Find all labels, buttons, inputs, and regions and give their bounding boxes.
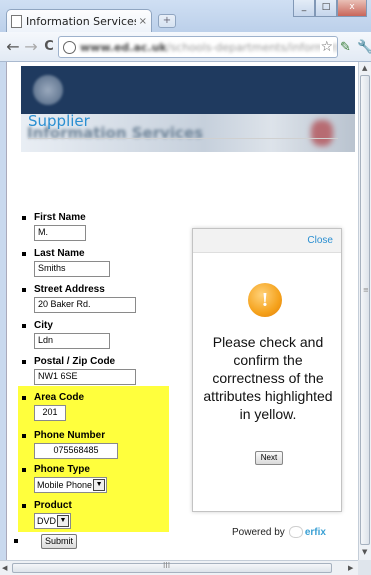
bullet — [22, 504, 26, 508]
product-field: Product DVD ▼ — [16, 500, 72, 529]
area-code-field: Area Code 201 — [16, 392, 84, 421]
banner-image — [311, 120, 333, 146]
bullet — [22, 396, 26, 400]
city-input[interactable]: Ldn — [34, 333, 110, 349]
browser-tab[interactable]: Information Services | I... × — [6, 9, 152, 32]
street-address-label: Street Address — [34, 284, 105, 295]
phone-type-field: Phone Type Mobile Phone ▼ — [16, 464, 108, 493]
page-title: Supplier — [28, 112, 90, 130]
url-path: /schools-departments/informati — [166, 40, 338, 54]
tab-close-icon[interactable]: × — [139, 16, 147, 27]
phone-type-select[interactable]: Mobile Phone ▼ — [34, 477, 108, 493]
first-name-label: First Name — [34, 212, 86, 223]
brand-name: erfix — [304, 526, 326, 538]
first-name-input[interactable]: M. — [34, 225, 86, 241]
horizontal-scroll-thumb[interactable]: III — [12, 561, 332, 573]
bullet — [22, 288, 26, 292]
bookmark-star-icon[interactable]: ☆ — [320, 39, 333, 55]
popup-message: Please check and confirm the correctness… — [203, 334, 333, 422]
powered-by-label: Powered by — [232, 526, 285, 538]
phone-number-field: Phone Number 075568485 — [16, 430, 118, 459]
grip-icon: ≡ — [363, 286, 369, 294]
powered-by: Powered by erfix — [232, 526, 326, 538]
first-name-field: First Name M. — [16, 212, 86, 241]
wrench-icon[interactable]: 🔧 — [357, 40, 371, 55]
product-value: DVD — [37, 516, 57, 526]
product-select[interactable]: DVD ▼ — [34, 513, 72, 529]
area-code-input[interactable]: 201 — [34, 405, 66, 421]
last-name-label: Last Name — [34, 248, 85, 259]
last-name-field: Last Name Smiths — [16, 248, 110, 277]
postal-code-label: Postal / Zip Code — [34, 356, 116, 367]
bullet — [22, 360, 26, 364]
dropdown-arrow-icon[interactable]: ▼ — [57, 515, 70, 527]
minimize-button[interactable]: _ — [293, 0, 315, 17]
city-label: City — [34, 320, 53, 331]
scroll-right-icon[interactable]: ▶ — [348, 564, 353, 572]
phone-type-value: Mobile Phone — [37, 480, 93, 490]
dropdown-arrow-icon[interactable]: ▼ — [93, 479, 106, 491]
page-icon — [11, 14, 22, 28]
close-window-button[interactable]: x — [337, 0, 367, 17]
back-button[interactable]: ← — [4, 37, 22, 57]
tab-title: Information Services | I... — [26, 14, 136, 28]
browser-toolbar: ← → C www.ed.ac.uk/schools-departments/i… — [0, 32, 371, 62]
popup-close-link[interactable]: Close — [307, 235, 333, 246]
university-crest-logo[interactable] — [33, 75, 63, 105]
page-info-icon[interactable] — [63, 40, 76, 54]
brand-logo[interactable]: erfix — [288, 526, 326, 538]
popup-header: Close — [193, 229, 341, 253]
url-text: www.ed.ac.uk/schools-departments/informa… — [80, 40, 338, 54]
postal-code-input[interactable]: NW1 6SE — [34, 369, 136, 385]
window-controls: _ □ x — [293, 0, 367, 17]
next-button[interactable]: Next — [255, 451, 283, 465]
logo-swirl-icon — [288, 526, 303, 538]
divider — [28, 138, 338, 139]
bullet — [22, 468, 26, 472]
forward-button[interactable]: → — [22, 37, 40, 57]
street-address-input[interactable]: 20 Baker Rd. — [34, 297, 136, 313]
scrollbar-corner — [358, 560, 371, 575]
warning-icon: ! — [248, 283, 282, 317]
vertical-scroll-thumb[interactable]: ≡ — [360, 75, 370, 545]
scroll-down-icon[interactable]: ▼ — [362, 548, 367, 556]
last-name-input[interactable]: Smiths — [34, 261, 110, 277]
horizontal-scrollbar[interactable]: ◀ III ▶ — [0, 560, 358, 575]
extension-icon[interactable]: ✎ — [340, 40, 351, 55]
bullet — [22, 324, 26, 328]
bullet — [14, 539, 18, 543]
validation-popup: Close ! Please check and confirm the cor… — [192, 228, 342, 512]
grip-icon: III — [163, 561, 171, 570]
new-tab-button[interactable]: + — [158, 14, 176, 28]
bullet — [22, 434, 26, 438]
phone-type-label: Phone Type — [34, 464, 90, 475]
url-host: www.ed.ac.uk — [80, 40, 167, 54]
site-header — [21, 66, 355, 114]
bullet — [22, 252, 26, 256]
city-field: City Ldn — [16, 320, 110, 349]
browser-titlebar: Information Services | I... × + _ □ x — [0, 0, 371, 32]
bullet — [22, 216, 26, 220]
reload-button[interactable]: C — [40, 37, 58, 57]
scroll-up-icon[interactable]: ▲ — [362, 64, 367, 72]
vertical-scrollbar[interactable]: ▲ ≡ ▼ — [358, 62, 371, 560]
maximize-button[interactable]: □ — [315, 0, 337, 17]
scroll-left-icon[interactable]: ◀ — [2, 564, 7, 572]
phone-number-input[interactable]: 075568485 — [34, 443, 118, 459]
submit-button[interactable]: Submit — [41, 534, 77, 549]
phone-number-label: Phone Number — [34, 430, 106, 441]
area-code-label: Area Code — [34, 392, 85, 403]
street-address-field: Street Address 20 Baker Rd. — [16, 284, 136, 313]
address-bar[interactable]: www.ed.ac.uk/schools-departments/informa… — [58, 36, 338, 58]
product-label: Product — [34, 500, 72, 511]
postal-code-field: Postal / Zip Code NW1 6SE — [16, 356, 136, 385]
